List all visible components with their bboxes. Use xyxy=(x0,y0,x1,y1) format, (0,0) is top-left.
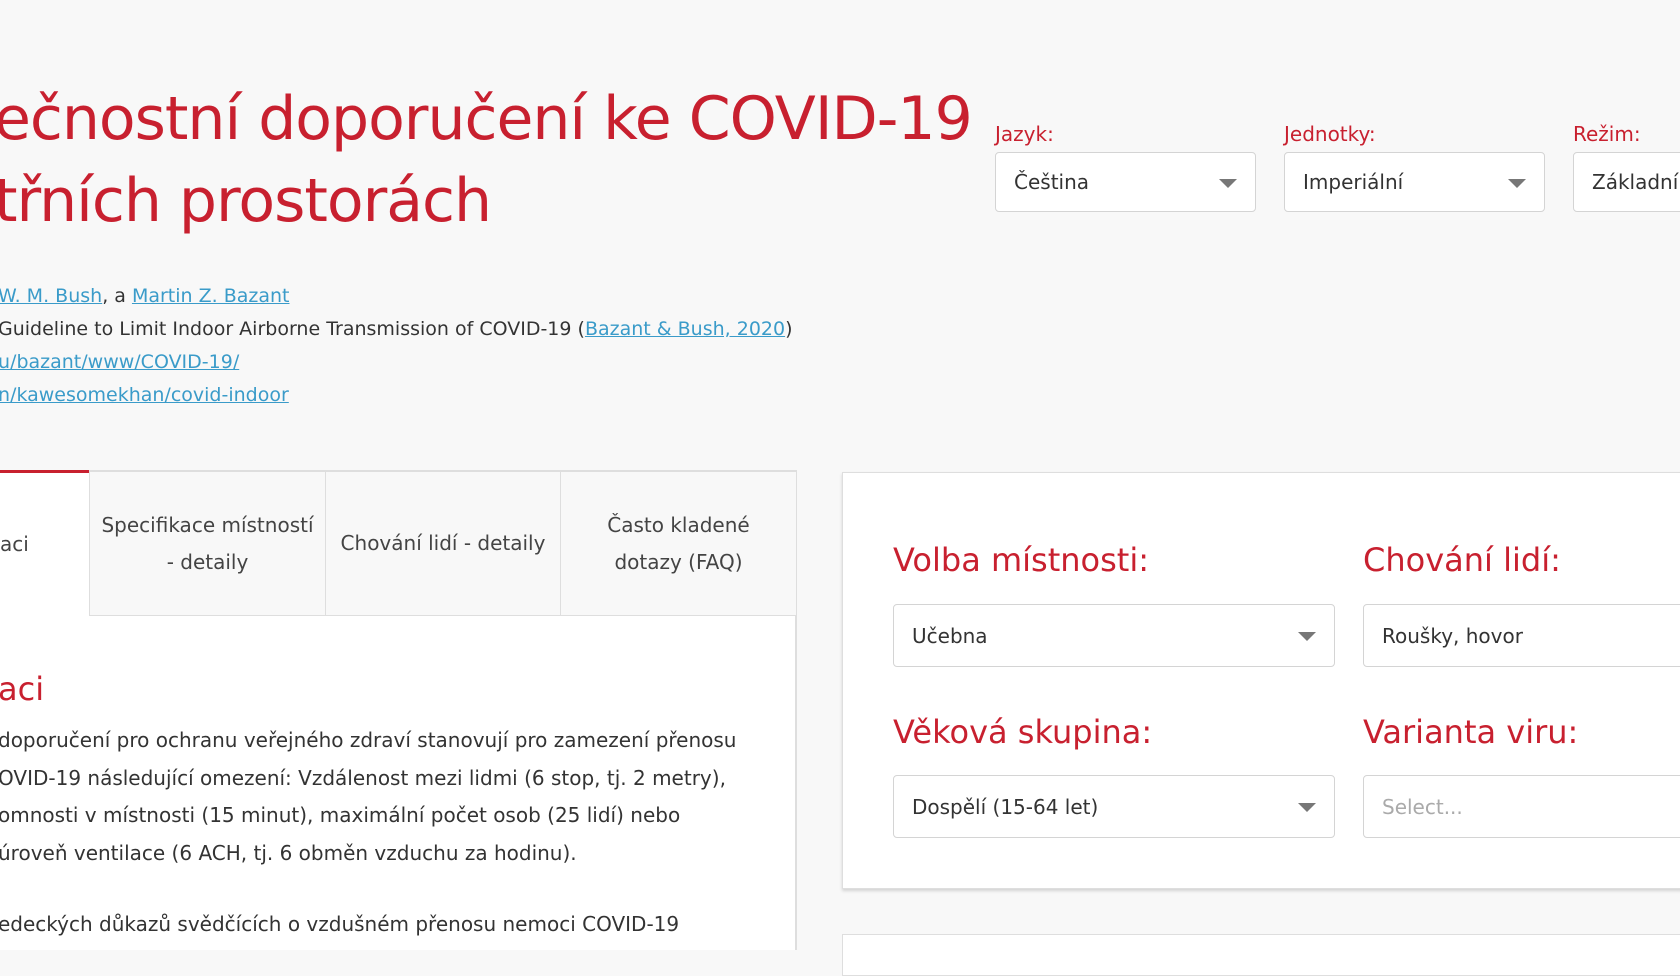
author-link-bazant[interactable]: Martin Z. Bazant xyxy=(132,285,290,307)
behavior-label: Chování lidí: xyxy=(1363,541,1561,579)
chevron-down-icon xyxy=(1219,179,1237,188)
author-link-bush[interactable]: W. M. Bush xyxy=(0,285,102,307)
mode-label: Režim: xyxy=(1573,122,1641,146)
credits: W. M. Bush, a Martin Z. Bazant Guideline… xyxy=(0,285,793,406)
github-link[interactable]: n/kawesomekhan/covid-indoor xyxy=(0,384,289,406)
units-select[interactable]: Imperiální xyxy=(1284,152,1545,212)
variant-label: Varianta viru: xyxy=(1363,713,1579,751)
room-label: Volba místnosti: xyxy=(893,541,1149,579)
variant-select[interactable]: Select... xyxy=(1363,775,1680,838)
results-panel xyxy=(842,934,1680,976)
intro-paragraph: doporučení pro ochranu veřejného zdraví … xyxy=(0,728,737,865)
tab-behavior-details[interactable]: Chování lidí - detaily xyxy=(325,470,561,616)
mode-select[interactable]: Základní xyxy=(1573,152,1680,212)
language-label: Jazyk: xyxy=(995,122,1054,146)
tab-intro[interactable]: aci xyxy=(0,470,90,616)
units-label: Jednotky: xyxy=(1284,122,1376,146)
age-group-label: Věková skupina: xyxy=(893,713,1153,751)
paper-link[interactable]: Bazant & Bush, 2020 xyxy=(585,318,785,340)
inputs-panel: Volba místnosti: Učebna Chování lidí: Ro… xyxy=(842,472,1680,889)
age-group-select[interactable]: Dospělí (15-64 let) xyxy=(893,775,1335,838)
chevron-down-icon xyxy=(1508,179,1526,188)
language-select[interactable]: Čeština xyxy=(995,152,1256,212)
tab-room-specs[interactable]: Specifikace místností - detaily xyxy=(89,470,326,616)
tab-faq[interactable]: Často kladené dotazy (FAQ) xyxy=(560,470,797,616)
intro-paragraph-2: edeckých důkazů svědčících o vzdušném př… xyxy=(0,912,680,936)
section-title: aci xyxy=(0,670,45,708)
behavior-select[interactable]: Roušky, hovor xyxy=(1363,604,1680,667)
chevron-down-icon xyxy=(1298,632,1316,641)
page-title: ečnostní doporučení ke COVID-19 třních pr… xyxy=(0,84,973,236)
chevron-down-icon xyxy=(1298,803,1316,812)
website-link[interactable]: u/bazant/www/COVID-19/ xyxy=(0,351,239,373)
tab-bar: aci Specifikace místností - detaily Chov… xyxy=(0,470,797,616)
room-select[interactable]: Učebna xyxy=(893,604,1335,667)
